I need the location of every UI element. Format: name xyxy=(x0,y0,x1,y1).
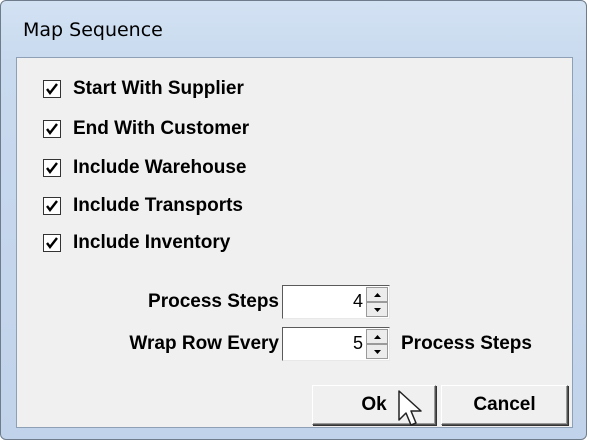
process-steps-spin-buttons xyxy=(366,287,388,317)
title-bar[interactable]: Map Sequence xyxy=(1,1,586,55)
arrow-down-icon xyxy=(374,350,381,354)
wrap-row-suffix-label: Process Steps xyxy=(401,333,532,354)
include-warehouse-checkbox[interactable] xyxy=(43,159,61,177)
check-icon xyxy=(46,162,58,174)
wrap-row-stepper[interactable]: 5 xyxy=(282,327,390,361)
include-transports-label: Include Transports xyxy=(73,195,243,216)
arrow-up-icon xyxy=(374,335,381,339)
check-icon xyxy=(46,123,58,135)
arrow-down-icon xyxy=(374,308,381,312)
process-steps-label: Process Steps xyxy=(148,291,279,312)
arrow-up-icon xyxy=(374,293,381,297)
window-title: Map Sequence xyxy=(23,19,163,41)
include-warehouse-label: Include Warehouse xyxy=(73,157,247,178)
mouse-pointer-icon xyxy=(398,390,422,426)
wrap-row-spin-buttons xyxy=(366,329,388,359)
wrap-row-every-label: Wrap Row Every xyxy=(129,333,279,354)
option-include-warehouse[interactable]: Include Warehouse xyxy=(43,157,247,179)
cancel-button[interactable]: Cancel xyxy=(441,385,568,425)
check-icon xyxy=(46,200,58,212)
include-transports-checkbox[interactable] xyxy=(43,197,61,215)
include-inventory-checkbox[interactable] xyxy=(43,234,61,252)
check-icon xyxy=(46,237,58,249)
start-with-supplier-label: Start With Supplier xyxy=(73,78,244,99)
process-steps-decrement-button[interactable] xyxy=(366,302,388,317)
option-end-with-customer[interactable]: End With Customer xyxy=(43,118,249,140)
dialog-window: Map Sequence Start With Supplier End Wit… xyxy=(0,0,587,440)
wrap-row-value[interactable]: 5 xyxy=(353,333,363,354)
process-steps-stepper[interactable]: 4 xyxy=(282,285,390,319)
wrap-row-decrement-button[interactable] xyxy=(366,344,388,359)
check-icon xyxy=(46,83,58,95)
dialog-body: Start With Supplier End With Customer In… xyxy=(16,57,573,428)
option-include-transports[interactable]: Include Transports xyxy=(43,195,243,217)
end-with-customer-label: End With Customer xyxy=(73,118,250,139)
process-steps-increment-button[interactable] xyxy=(366,287,388,302)
option-include-inventory[interactable]: Include Inventory xyxy=(43,232,230,254)
include-inventory-label: Include Inventory xyxy=(73,232,231,253)
wrap-row-increment-button[interactable] xyxy=(366,329,388,344)
start-with-supplier-checkbox[interactable] xyxy=(43,80,61,98)
process-steps-value[interactable]: 4 xyxy=(353,291,363,312)
end-with-customer-checkbox[interactable] xyxy=(43,120,61,138)
option-start-with-supplier[interactable]: Start With Supplier xyxy=(43,78,244,100)
